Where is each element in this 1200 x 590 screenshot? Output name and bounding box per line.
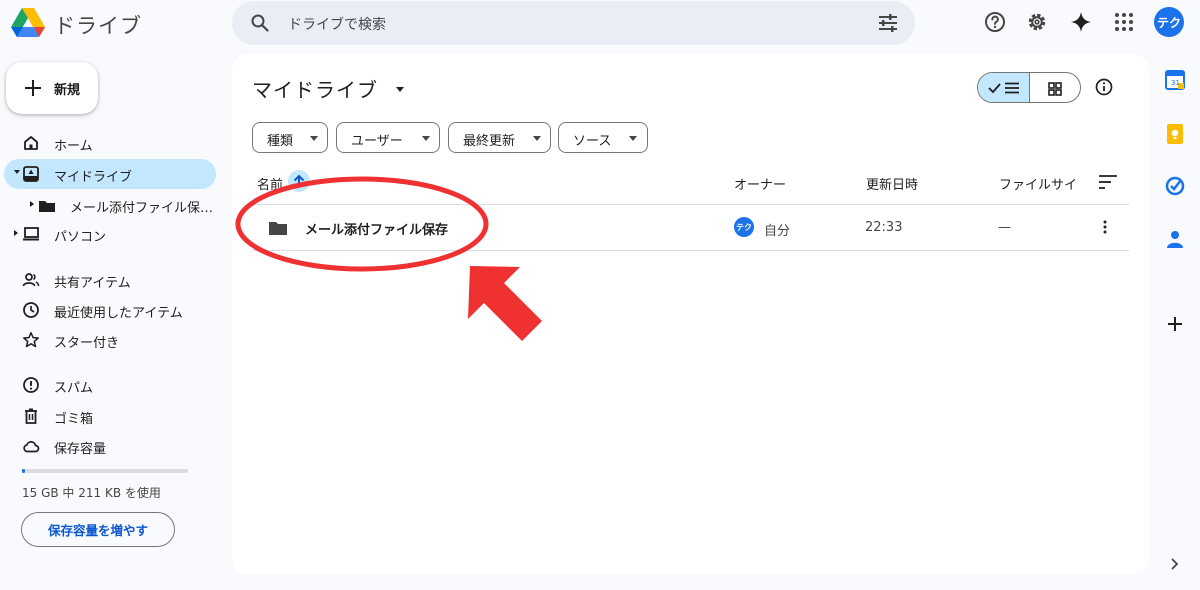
account-avatar[interactable]: テク [1154,7,1184,37]
my-drive-icon [23,166,39,182]
expand-caret-icon[interactable] [14,170,20,174]
column-header-modified[interactable]: 更新日時 [866,174,918,193]
more-vert-icon[interactable] [1097,219,1113,235]
drive-logo-icon[interactable] [10,6,46,40]
contacts-app-icon[interactable] [1164,228,1186,250]
svg-text:31: 31 [1171,79,1180,87]
search-icon[interactable] [250,13,270,33]
search-bar[interactable]: ドライブで検索 [232,1,915,45]
sidebar-item-label: 共有アイテム [54,276,131,291]
filter-type-chip[interactable]: 種類 [252,122,328,153]
sort-ascending-button[interactable] [288,170,310,192]
table-row[interactable]: メール添付ファイル保存 テク 自分 22:33 — [252,205,1129,250]
sidebar-item-trash[interactable]: ゴミ箱 [0,401,216,431]
plus-icon [25,80,41,96]
main-panel: マイドライブ 種類 ユーザー 最終更新 ソース 名前 オーナー 更新日時 ファイ… [232,54,1149,575]
search-options-icon[interactable] [877,13,899,33]
sidebar-item-label: マイドライブ [54,170,133,185]
view-toggle [977,72,1081,103]
grid-view-button[interactable] [1030,73,1080,102]
get-more-storage-button[interactable]: 保存容量を増やす [21,512,175,547]
expand-caret-icon[interactable] [30,201,34,207]
info-icon[interactable] [1095,78,1113,96]
filter-modified-chip[interactable]: 最終更新 [448,122,551,153]
expand-caret-icon[interactable] [14,230,18,236]
settings-gear-icon[interactable] [1025,10,1049,34]
folder-icon [269,222,287,235]
page-title[interactable]: マイドライブ [252,74,378,103]
file-size: — [998,220,1011,235]
new-button-label: 新規 [54,83,81,98]
filter-source-chip[interactable]: ソース [558,122,648,153]
sidebar-item-label: スパム [54,381,94,396]
owner-name: 自分 [764,224,791,239]
keep-app-icon[interactable] [1164,123,1186,145]
top-bar: ドライブ ドライブで検索 テク [0,0,1200,48]
title-dropdown-caret-icon[interactable] [396,87,404,92]
sidebar-item-shared[interactable]: 共有アイテム [0,265,216,295]
sidebar-item-label: ホーム [54,139,93,154]
chevron-down-icon [533,136,541,141]
sidebar-item-home[interactable]: ホーム [0,128,216,158]
file-name[interactable]: メール添付ファイル保存 [305,219,448,238]
owner-avatar: テク [734,217,754,237]
sidebar-item-label: スター付き [54,336,120,351]
list-view-button[interactable] [978,73,1030,102]
recent-clock-icon [23,302,39,318]
trash-icon [25,408,37,424]
spam-icon [23,377,39,393]
sidebar-item-mail-attachments-folder[interactable]: メール添付ファイル保… [0,190,216,220]
chevron-down-icon [629,136,637,141]
calendar-app-icon[interactable]: 31 [1164,69,1186,91]
app-title: ドライブ [54,14,142,38]
chip-label: 種類 [267,134,294,149]
column-header-owner[interactable]: オーナー [734,174,786,193]
divider [252,250,1129,251]
folder-icon [39,201,55,212]
home-icon [24,136,38,150]
sidebar-item-label: メール添付ファイル保… [70,201,214,216]
chevron-right-icon[interactable] [1166,556,1182,572]
column-header-size[interactable]: ファイルサイ [999,174,1077,193]
sidebar-item-recent[interactable]: 最近使用したアイテム [0,295,216,325]
gemini-sparkle-icon[interactable] [1069,10,1093,34]
chip-label: 最終更新 [463,134,516,149]
modified-time: 22:33 [865,220,903,235]
apps-grid-icon[interactable] [1112,10,1136,34]
chevron-down-icon [422,136,430,141]
sidebar-item-label: 保存容量 [54,442,107,457]
grid-icon [1048,82,1062,96]
sidebar-item-my-drive[interactable]: マイドライブ [4,159,216,189]
storage-progress-bar [22,469,188,473]
filter-people-chip[interactable]: ユーザー [336,122,440,153]
sort-options-icon[interactable] [1098,174,1118,190]
chevron-down-icon [310,136,318,141]
sidebar-item-storage[interactable]: 保存容量 [0,431,216,461]
chip-label: ユーザー [351,134,403,149]
sidebar-item-label: ゴミ箱 [54,412,94,427]
sidebar-item-starred[interactable]: スター付き [0,325,216,355]
column-header-name[interactable]: 名前 [257,174,283,193]
sidebar-item-spam[interactable]: スパム [0,370,216,400]
add-app-plus-icon[interactable] [1164,313,1186,335]
computer-icon [23,227,39,241]
shared-icon [22,273,40,287]
sidebar-item-label: 最近使用したアイテム [54,306,183,321]
sidebar-item-label: パソコン [54,230,107,245]
chip-label: ソース [573,134,612,149]
sidebar-item-computers[interactable]: パソコン [0,219,216,249]
help-icon[interactable] [983,10,1007,34]
storage-usage-text: 15 GB 中 211 KB を使用 [22,486,161,500]
cloud-icon [23,441,40,453]
new-button[interactable]: 新規 [6,62,98,114]
tasks-app-icon[interactable] [1164,175,1186,197]
storage-progress-fill [22,469,26,473]
check-list-icon [988,82,1019,94]
arrow-up-icon [293,174,305,187]
star-icon [23,332,39,348]
search-input[interactable]: ドライブで検索 [288,14,386,34]
